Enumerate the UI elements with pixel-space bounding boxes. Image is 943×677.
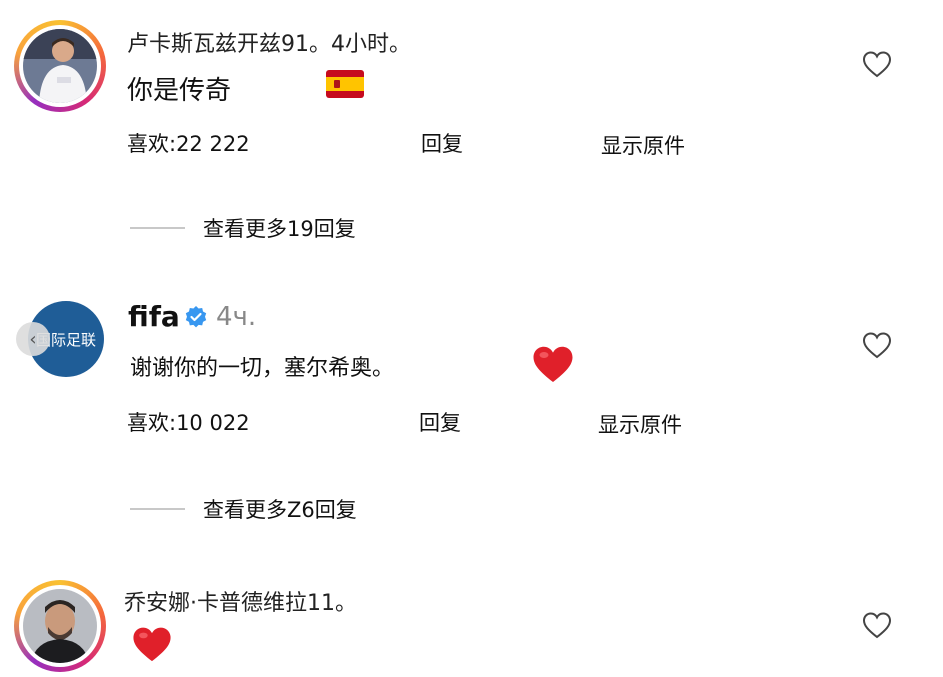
comment-3: 乔安娜·卡普德维拉11。 — [0, 0, 943, 677]
username[interactable]: 乔安娜·卡普德维拉11。 — [124, 585, 357, 617]
heart-outline-icon[interactable] — [862, 611, 892, 639]
avatar-ring[interactable] — [14, 580, 106, 672]
red-heart-icon — [133, 627, 171, 662]
avatar — [23, 589, 97, 663]
